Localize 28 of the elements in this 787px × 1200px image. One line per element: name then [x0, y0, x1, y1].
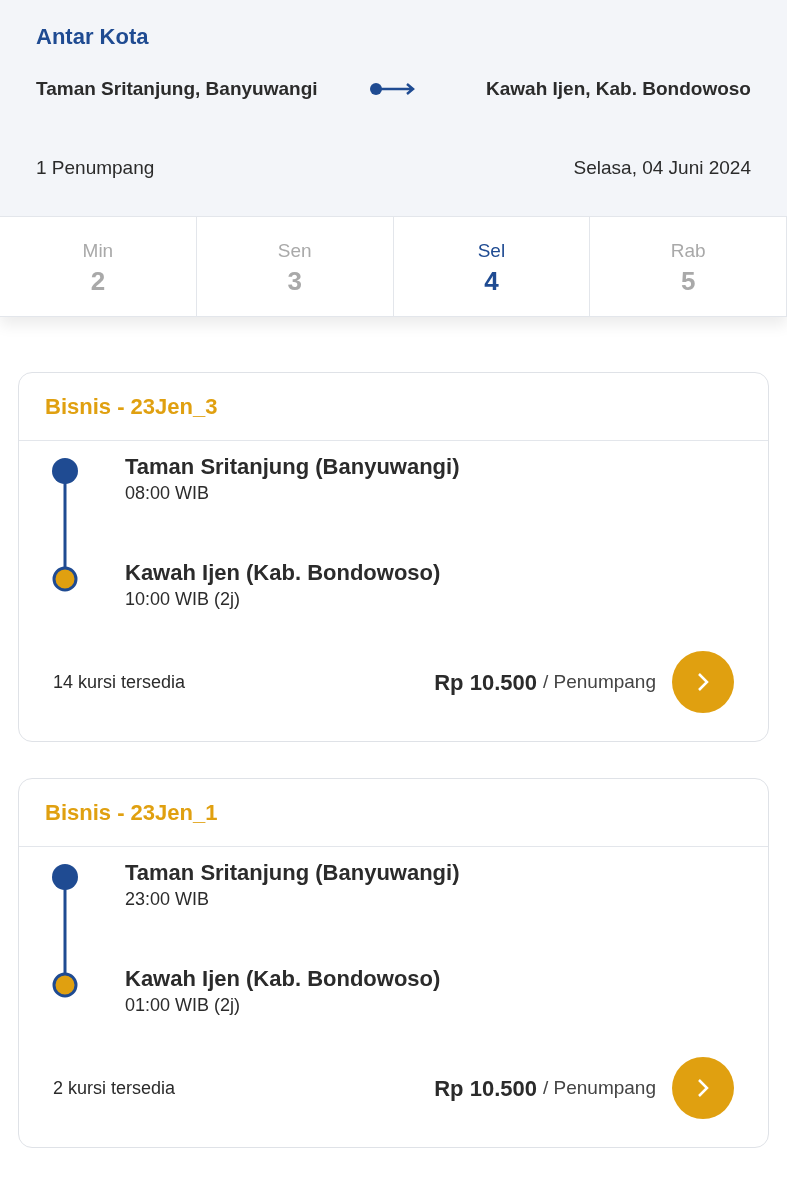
- price-unit: / Penumpang: [542, 669, 656, 694]
- trip-title: Bisnis - 23Jen_3: [45, 393, 218, 421]
- trip-title: Bisnis - 23Jen_1: [45, 799, 218, 827]
- arrival-place: Kawah Ijen (Kab. Bondowoso): [125, 965, 442, 993]
- day-tab[interactable]: Rab 5: [590, 217, 787, 317]
- arrival-place: Kawah Ijen (Kab. Bondowoso): [125, 559, 442, 587]
- destination-text: Kawah Ijen, Kab. Bondowoso: [486, 77, 751, 101]
- day-tab[interactable]: Sen 3: [196, 217, 394, 317]
- price: Rp 10.500: [434, 1074, 537, 1103]
- chevron-right-icon: [696, 1077, 710, 1099]
- chevron-right-icon: [696, 671, 710, 693]
- route-arrow-icon: [368, 81, 417, 98]
- departure-time: 23:00 WIB: [125, 888, 211, 911]
- seats-available: 14 kursi tersedia: [53, 670, 186, 694]
- arrival-time: 10:00 WIB (2j): [125, 588, 242, 611]
- departure-place: Taman Sritanjung (Banyuwangi): [125, 453, 460, 481]
- passenger-count: 1 Penumpang: [36, 155, 155, 180]
- price-unit: / Penumpang: [542, 1075, 656, 1100]
- departure-time: 08:00 WIB: [125, 482, 211, 505]
- seats-available: 2 kursi tersedia: [53, 1076, 176, 1100]
- departure-place: Taman Sritanjung (Banyuwangi): [125, 859, 460, 887]
- arrival-time: 01:00 WIB (2j): [125, 994, 242, 1017]
- day-tab[interactable]: Sel 4: [393, 217, 591, 317]
- day-tab[interactable]: Min 2: [0, 217, 197, 317]
- travel-date: Selasa, 04 Juni 2024: [573, 155, 751, 180]
- price: Rp 10.500: [434, 668, 537, 697]
- origin-text: Taman Sritanjung, Banyuwangi: [36, 77, 318, 101]
- page-title: Antar Kota: [36, 23, 150, 51]
